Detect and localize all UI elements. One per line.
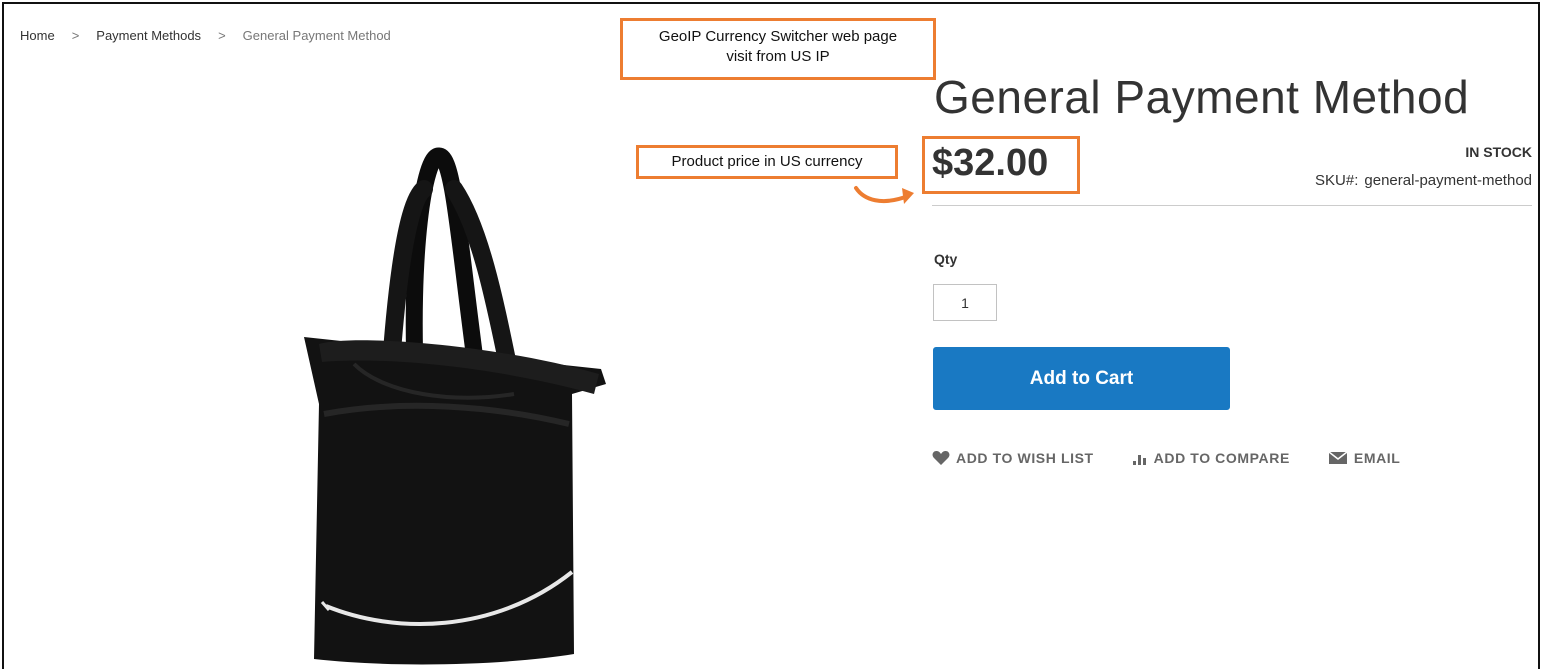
email-label: EMAIL xyxy=(1353,450,1401,466)
wishlist-label: ADD TO WISH LIST xyxy=(956,450,1094,466)
tote-bag-image xyxy=(304,147,606,665)
breadcrumb-separator: > xyxy=(218,28,226,43)
geoip-annotation-line-2: visit from US IP xyxy=(726,48,830,65)
geoip-annotation-line-1: GeoIP Currency Switcher web page xyxy=(658,28,898,45)
product-price: $32.00 xyxy=(932,142,1049,184)
breadcrumb-payment-methods[interactable]: Payment Methods xyxy=(96,28,201,43)
product-title: General Payment Method xyxy=(934,71,1470,123)
qty-input[interactable] xyxy=(933,284,997,321)
product-image[interactable] xyxy=(154,94,754,669)
compare-label: ADD TO COMPARE xyxy=(1153,450,1290,466)
info-divider xyxy=(932,205,1532,206)
geoip-annotation-callout: GeoIP Currency Switcher web page visit f… xyxy=(620,18,936,80)
breadcrumb-current: General Payment Method xyxy=(242,28,391,43)
add-to-wishlist-link[interactable]: ADD TO WISH LIST xyxy=(932,450,1094,466)
heart-icon xyxy=(932,450,950,465)
stock-status: IN STOCK xyxy=(1465,144,1532,160)
breadcrumb-separator: > xyxy=(71,28,80,43)
breadcrumb: Home > Payment Methods > General Payment… xyxy=(20,28,391,43)
sku-label: SKU#: xyxy=(1315,172,1359,189)
add-to-cart-button[interactable]: Add to Cart xyxy=(933,347,1230,410)
envelope-icon xyxy=(1328,451,1348,464)
sku-value: general-payment-method xyxy=(1364,172,1532,189)
product-sku: SKU#: general-payment-method xyxy=(1315,172,1532,189)
bar-chart-icon xyxy=(1132,455,1146,465)
price-annotation-callout: Product price in US currency xyxy=(636,145,898,179)
page-frame: Home > Payment Methods > General Payment… xyxy=(2,2,1540,669)
breadcrumb-home[interactable]: Home xyxy=(20,28,55,43)
product-social-actions: ADD TO WISH LIST ADD TO COMPARE EMAIL xyxy=(932,450,1438,466)
annotation-arrow-icon xyxy=(854,186,914,204)
qty-label: Qty xyxy=(934,251,958,267)
add-to-compare-link[interactable]: ADD TO COMPARE xyxy=(1132,450,1290,466)
email-link[interactable]: EMAIL xyxy=(1328,450,1401,466)
